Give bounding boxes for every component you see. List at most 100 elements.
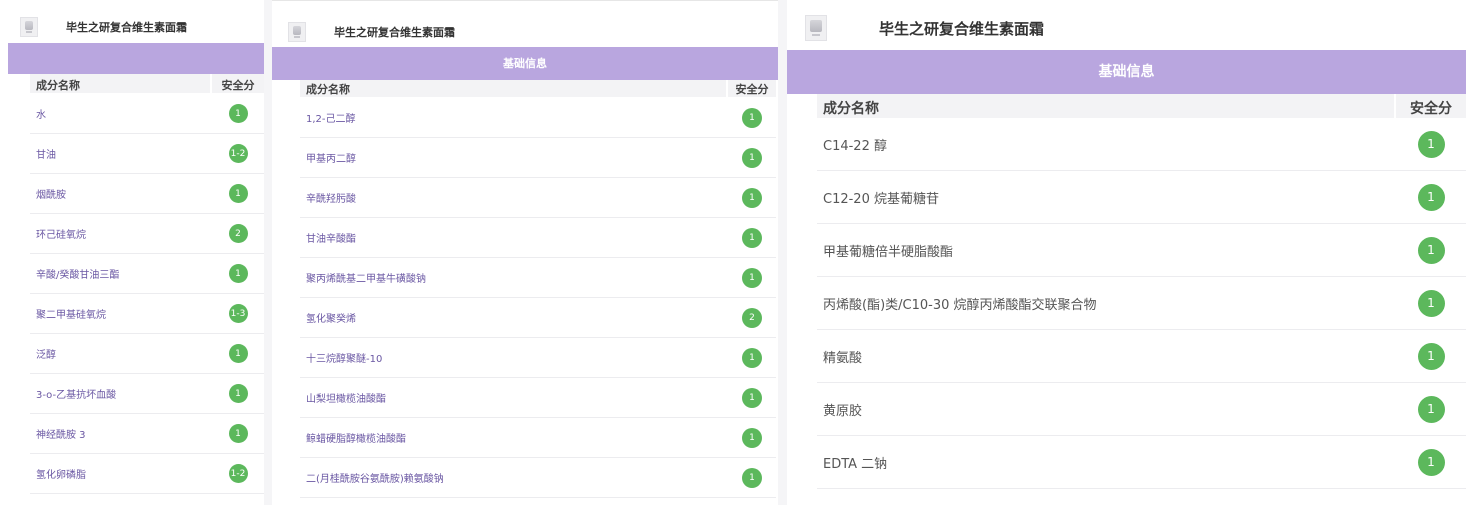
ingredient-list: C14-22 醇 1 C12-20 烷基葡糖苷 1 甲基葡糖倍半硬脂酸酯 1 丙烯酸(… (817, 118, 1466, 489)
ingredient-name: 辛酰羟肟酸 (306, 194, 356, 205)
table-row[interactable]: 聚二甲基硅氧烷 1-3 (30, 294, 264, 334)
ingredient-name: 环己硅氧烷 (36, 230, 86, 241)
ingredient-name: 黄原胶 (823, 403, 863, 419)
table-row[interactable]: C12-20 烷基葡糖苷 1 (817, 171, 1466, 224)
table-row[interactable]: 甘油辛酸酯 1 (300, 218, 776, 258)
ingredient-name: C14-22 醇 (823, 138, 887, 154)
safety-score-badge: 1 (1417, 395, 1445, 423)
safety-score-badge: 1 (742, 347, 762, 368)
safety-score-badge: 1 (1417, 448, 1445, 476)
safety-score-badge: 1 (742, 267, 762, 288)
safety-score-badge: 1 (228, 104, 248, 123)
ingredient-name: 烟酰胺 (36, 190, 66, 201)
table-row[interactable]: 甲基葡糖倍半硬脂酸酯 1 (817, 224, 1466, 277)
ingredient-name: 甘油辛酸酯 (306, 234, 356, 245)
ingredient-name: 辛酸/癸酸甘油三酯 (36, 270, 120, 281)
section-banner: 基础信息 (787, 50, 1466, 94)
product-title: 毕生之研复合维生素面霜 (66, 21, 187, 34)
table-row[interactable]: 烟酰胺 1 (30, 174, 264, 214)
safety-score-badge: 1 (742, 467, 762, 488)
table-row[interactable]: 辛酰羟肟酸 1 (300, 178, 776, 218)
safety-score-badge: 1 (1417, 342, 1445, 370)
table-row[interactable]: 环己硅氧烷 2 (30, 214, 264, 254)
product-header: 毕生之研复合维生素面霜 (272, 19, 778, 45)
product-title: 毕生之研复合维生素面霜 (334, 26, 455, 39)
safety-score-badge: 1 (1417, 236, 1445, 264)
ingredient-name: 氢化卵磷脂 (36, 470, 86, 481)
ingredient-name: 甲基丙二醇 (306, 154, 356, 165)
ingredient-name: 甘油 (36, 150, 56, 161)
column-header-name: 成分名称 (823, 101, 879, 117)
table-row[interactable]: 氢化卵磷脂 1-2 (30, 454, 264, 494)
column-header-name: 成分名称 (36, 79, 80, 92)
table-row[interactable]: EDTA 二钠 1 (817, 436, 1466, 489)
ingredient-list: 1,2-己二醇 1 甲基丙二醇 1 辛酰羟肟酸 1 甘油辛酸酯 1 聚丙烯酰基二甲基牛磺… (300, 98, 776, 498)
safety-score-badge: 1 (742, 147, 762, 168)
ingredient-name: 丙烯酸(酯)类/C10-30 烷醇丙烯酸酯交联聚合物 (823, 297, 1097, 313)
ingredient-name: 水 (36, 110, 46, 121)
safety-score-badge: 1 (228, 184, 248, 203)
safety-score-badge: 1 (1417, 289, 1445, 317)
table-row[interactable]: 水1 (30, 94, 264, 134)
ingredient-name: 鲸蜡硬脂醇橄榄油酸酯 (306, 434, 406, 445)
ingredient-name: C12-20 烷基葡糖苷 (823, 191, 939, 207)
safety-score-badge: 1 (742, 387, 762, 408)
safety-score-badge: 1 (228, 344, 248, 363)
ingredient-name: 甲基葡糖倍半硬脂酸酯 (823, 244, 954, 260)
screenshot-panel-2: 毕生之研复合维生素面霜 基础信息 成分名称 安全分 1,2-己二醇 1 甲基丙二醇… (272, 0, 778, 506)
product-header: 毕生之研复合维生素面霜 (8, 14, 264, 40)
section-banner (8, 43, 264, 74)
table-row[interactable]: 丙烯酸(酯)类/C10-30 烷醇丙烯酸酯交联聚合物 1 (817, 277, 1466, 330)
safety-score-badge: 2 (228, 224, 248, 243)
ingredient-name: 聚二甲基硅氧烷 (36, 310, 106, 321)
safety-score-badge: 1 (742, 427, 762, 448)
table-row[interactable]: C14-22 醇 1 (817, 118, 1466, 171)
product-thumbnail-icon (20, 17, 38, 37)
safety-score-badge: 1 (742, 187, 762, 208)
safety-score-badge: 1 (742, 107, 762, 128)
safety-score-badge: 1 (228, 424, 248, 443)
table-row[interactable]: 1,2-己二醇 1 (300, 98, 776, 138)
ingredient-name: 氢化聚癸烯 (306, 314, 356, 325)
safety-score-badge: 1 (742, 227, 762, 248)
ingredient-name: 3-o-乙基抗坏血酸 (36, 390, 117, 401)
table-row[interactable]: 3-o-乙基抗坏血酸 1 (30, 374, 264, 414)
table-row[interactable]: 氢化聚癸烯 2 (300, 298, 776, 338)
product-thumbnail-icon (288, 22, 306, 42)
ingredient-name: 十三烷醇聚醚-10 (306, 354, 383, 365)
table-row[interactable]: 精氨酸 1 (817, 330, 1466, 383)
screenshot-panel-3: 毕生之研复合维生素面霜 基础信息 成分名称 安全分 C14-22 醇1 C12-… (787, 0, 1466, 505)
ingredient-name: 精氨酸 (823, 350, 863, 366)
table-row[interactable]: 甲基丙二醇 1 (300, 138, 776, 178)
ingredient-name: 二(月桂酰胺谷氨酰胺)赖氨酸钠 (306, 474, 444, 485)
safety-score-badge: 1-2 (228, 464, 248, 483)
table-row[interactable]: 聚丙烯酰基二甲基牛磺酸钠 1 (300, 258, 776, 298)
section-banner: 基础信息 (272, 47, 778, 80)
table-row[interactable]: 黄原胶 1 (817, 383, 1466, 436)
product-thumbnail-icon (805, 15, 827, 41)
ingredient-name: EDTA 二钠 (823, 456, 888, 472)
table-row[interactable]: 辛酸/癸酸甘油三酯 1 (30, 254, 264, 294)
ingredient-name: 聚丙烯酰基二甲基牛磺酸钠 (306, 274, 426, 285)
ingredient-list: 水1 甘油 1-2 烟酰胺 1 环己硅氧烷 2 辛酸/癸酸甘油三酯 1 聚二甲基硅氧烷 1… (30, 94, 264, 494)
column-header-name: 成分名称 (306, 83, 350, 96)
safety-score-badge: 1-2 (228, 144, 248, 163)
safety-score-badge: 1-3 (228, 304, 248, 323)
table-row[interactable]: 神经酰胺 3 1 (30, 414, 264, 454)
table-row[interactable]: 十三烷醇聚醚-10 1 (300, 338, 776, 378)
table-row[interactable]: 山梨坦橄榄油酸酯 1 (300, 378, 776, 418)
safety-score-badge: 1 (1417, 130, 1445, 158)
safety-score-badge: 1 (1417, 183, 1445, 211)
table-row[interactable]: 泛醇 1 (30, 334, 264, 374)
table-row[interactable]: 鲸蜡硬脂醇橄榄油酸酯 1 (300, 418, 776, 458)
ingredient-name: 神经酰胺 3 (36, 430, 86, 441)
ingredient-name: 泛醇 (36, 350, 56, 361)
table-row[interactable]: 甘油 1-2 (30, 134, 264, 174)
ingredient-name: 山梨坦橄榄油酸酯 (306, 394, 386, 405)
ingredient-name: 1,2-己二醇 (306, 114, 356, 125)
product-title: 毕生之研复合维生素面霜 (879, 19, 1045, 38)
table-row[interactable]: 二(月桂酰胺谷氨酰胺)赖氨酸钠 1 (300, 458, 776, 498)
safety-score-badge: 1 (228, 384, 248, 403)
screenshot-panel-1: 毕生之研复合维生素面霜 成分名称 安全分 水1 甘油 1-2 烟酰胺 1 环己硅氧烷… (8, 0, 264, 505)
safety-score-badge: 1 (228, 264, 248, 283)
